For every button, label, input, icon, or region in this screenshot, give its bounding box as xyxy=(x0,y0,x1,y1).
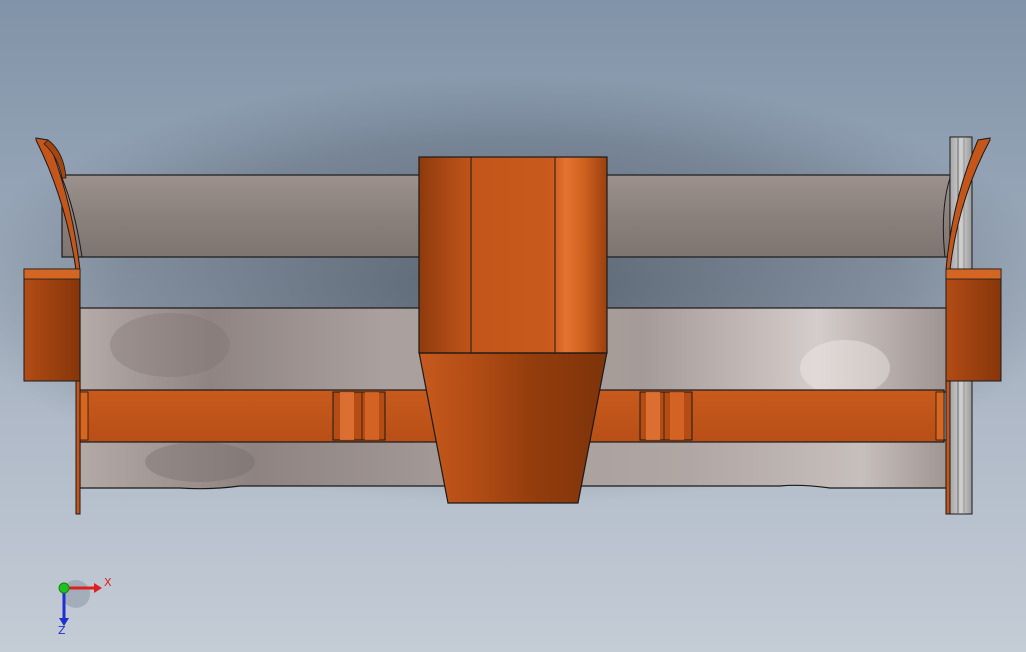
left-bearing-flange[interactable] xyxy=(23,268,81,382)
graphics-viewport[interactable] xyxy=(0,0,1026,652)
y-axis-dot xyxy=(58,582,70,594)
reference-triad[interactable]: X Z xyxy=(50,572,120,636)
z-axis-label: Z xyxy=(58,624,66,636)
left-collar[interactable] xyxy=(332,391,386,441)
hopper-cone[interactable] xyxy=(418,351,608,504)
hopper-cylinder[interactable] xyxy=(418,156,608,354)
right-collar[interactable] xyxy=(639,391,693,441)
blower-assembly[interactable] xyxy=(23,136,1002,515)
right-bearing-flange[interactable] xyxy=(945,268,1002,382)
x-axis-label: X xyxy=(104,576,112,589)
